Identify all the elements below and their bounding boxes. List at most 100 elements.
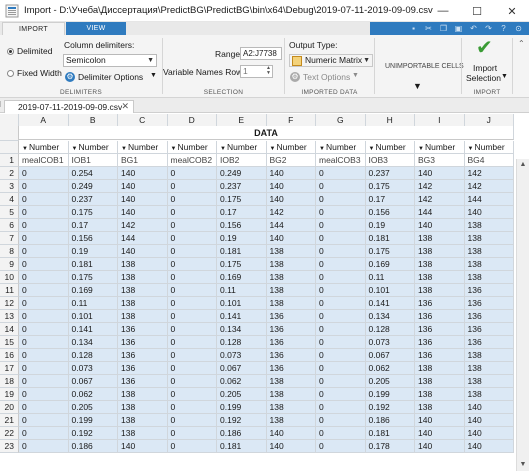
table-cell[interactable]: 136 (266, 323, 316, 336)
table-cell[interactable]: 0 (19, 388, 69, 401)
table-cell[interactable]: 0.19 (217, 232, 267, 245)
table-cell[interactable]: 142 (415, 180, 465, 193)
table-cell[interactable]: 136 (415, 297, 465, 310)
column-delimiters-dropdown[interactable]: Semicolon ▼ (63, 54, 157, 67)
table-cell[interactable]: 0 (167, 297, 217, 310)
table-cell[interactable]: 0 (167, 440, 217, 453)
unimportable-cells-dropdown-icon[interactable]: ▼ (413, 81, 422, 91)
table-cell[interactable]: 142 (266, 206, 316, 219)
variable-name-cell[interactable]: mealCOB3 (316, 154, 366, 167)
table-cell[interactable]: 138 (415, 271, 465, 284)
table-cell[interactable]: 0 (316, 271, 366, 284)
table-cell[interactable]: 0 (19, 427, 69, 440)
table-cell[interactable]: 0.199 (68, 414, 118, 427)
import-chevron-down-icon[interactable]: ▼ (501, 73, 508, 80)
table-cell[interactable]: 0 (19, 362, 69, 375)
table-cell[interactable]: 0.181 (365, 232, 415, 245)
help-icon[interactable]: ? (499, 24, 508, 33)
text-options-chevron-icon[interactable]: ▼ (352, 72, 359, 79)
table-cell[interactable]: 138 (266, 401, 316, 414)
table-cell[interactable]: 136 (464, 284, 514, 297)
table-cell[interactable]: 0 (19, 232, 69, 245)
variable-name-cell[interactable]: mealCOB1 (19, 154, 69, 167)
table-cell[interactable]: 0 (19, 258, 69, 271)
table-cell[interactable]: 142 (464, 167, 514, 180)
column-type-dropdown[interactable]: ▼Number (19, 141, 69, 154)
table-cell[interactable]: 0 (316, 414, 366, 427)
table-cell[interactable]: 138 (415, 401, 465, 414)
table-cell[interactable]: 0 (167, 362, 217, 375)
table-cell[interactable]: 0 (316, 427, 366, 440)
table-cell[interactable]: 0.175 (68, 206, 118, 219)
table-cell[interactable]: 136 (464, 297, 514, 310)
table-cell[interactable]: 0 (167, 375, 217, 388)
table-cell[interactable]: 136 (415, 349, 465, 362)
table-cell[interactable]: 144 (415, 206, 465, 219)
table-cell[interactable]: 0.141 (68, 323, 118, 336)
table-cell[interactable]: 0.237 (68, 193, 118, 206)
table-cell[interactable]: 0 (167, 349, 217, 362)
table-cell[interactable]: 0 (19, 349, 69, 362)
table-cell[interactable]: 140 (464, 427, 514, 440)
table-cell[interactable]: 140 (118, 180, 168, 193)
table-cell[interactable]: 0.156 (68, 232, 118, 245)
column-type-dropdown[interactable]: ▼Number (316, 141, 366, 154)
table-cell[interactable]: 0.156 (365, 206, 415, 219)
table-cell[interactable]: 136 (464, 323, 514, 336)
paste-icon[interactable]: ▣ (454, 24, 463, 33)
table-cell[interactable]: 142 (415, 193, 465, 206)
table-cell[interactable]: 0.186 (365, 414, 415, 427)
table-cell[interactable]: 140 (118, 206, 168, 219)
table-cell[interactable]: 0.11 (217, 284, 267, 297)
table-cell[interactable]: 138 (118, 414, 168, 427)
table-cell[interactable]: 136 (118, 323, 168, 336)
table-cell[interactable]: 0 (167, 245, 217, 258)
table-cell[interactable]: 0 (167, 323, 217, 336)
table-cell[interactable]: 138 (415, 388, 465, 401)
text-options-button[interactable]: Text Options (303, 72, 350, 82)
table-cell[interactable]: 0 (167, 167, 217, 180)
table-cell[interactable]: 0 (19, 206, 69, 219)
table-cell[interactable]: 138 (118, 388, 168, 401)
table-cell[interactable]: 140 (118, 440, 168, 453)
table-cell[interactable]: 0 (167, 336, 217, 349)
table-cell[interactable]: 138 (464, 349, 514, 362)
column-type-dropdown[interactable]: ▼Number (68, 141, 118, 154)
table-cell[interactable]: 0.181 (217, 245, 267, 258)
table-cell[interactable]: 138 (266, 258, 316, 271)
variable-name-cell[interactable]: IOB2 (217, 154, 267, 167)
table-cell[interactable]: 140 (464, 414, 514, 427)
table-cell[interactable]: 0 (19, 310, 69, 323)
table-cell[interactable]: 140 (415, 414, 465, 427)
variable-name-cell[interactable]: mealCOB2 (167, 154, 217, 167)
table-cell[interactable]: 140 (266, 180, 316, 193)
table-cell[interactable]: 140 (415, 427, 465, 440)
collapse-ribbon-icon[interactable]: ⌃ (518, 39, 525, 48)
table-cell[interactable]: 138 (464, 271, 514, 284)
table-cell[interactable]: 138 (415, 258, 465, 271)
table-cell[interactable]: 138 (118, 258, 168, 271)
table-cell[interactable]: 138 (118, 271, 168, 284)
table-cell[interactable]: 144 (118, 232, 168, 245)
table-cell[interactable]: 0 (316, 310, 366, 323)
scroll-up-icon[interactable]: ▲ (517, 159, 529, 171)
copy-icon[interactable]: ❐ (439, 24, 448, 33)
table-cell[interactable]: 142 (464, 180, 514, 193)
column-type-dropdown[interactable]: ▼Number (266, 141, 316, 154)
table-cell[interactable]: 0 (19, 193, 69, 206)
table-cell[interactable]: 140 (266, 167, 316, 180)
table-cell[interactable]: 0.101 (217, 297, 267, 310)
variable-names-row-stepper[interactable]: 1 ▲ ▼ (240, 65, 273, 78)
table-cell[interactable]: 136 (415, 310, 465, 323)
range-input[interactable]: A2:J7738 (240, 47, 282, 60)
tab-view[interactable]: VIEW (66, 22, 126, 35)
import-selection-button[interactable]: ✔ Import Selection ▼ (462, 38, 508, 86)
table-cell[interactable]: 0 (316, 323, 366, 336)
table-cell[interactable]: 0.073 (365, 336, 415, 349)
column-type-dropdown[interactable]: ▼Number (464, 141, 514, 154)
scroll-down-icon[interactable]: ▼ (517, 459, 529, 471)
table-cell[interactable]: 0 (316, 297, 366, 310)
table-cell[interactable]: 0.199 (217, 401, 267, 414)
table-cell[interactable]: 0.205 (365, 375, 415, 388)
table-cell[interactable]: 0 (167, 193, 217, 206)
